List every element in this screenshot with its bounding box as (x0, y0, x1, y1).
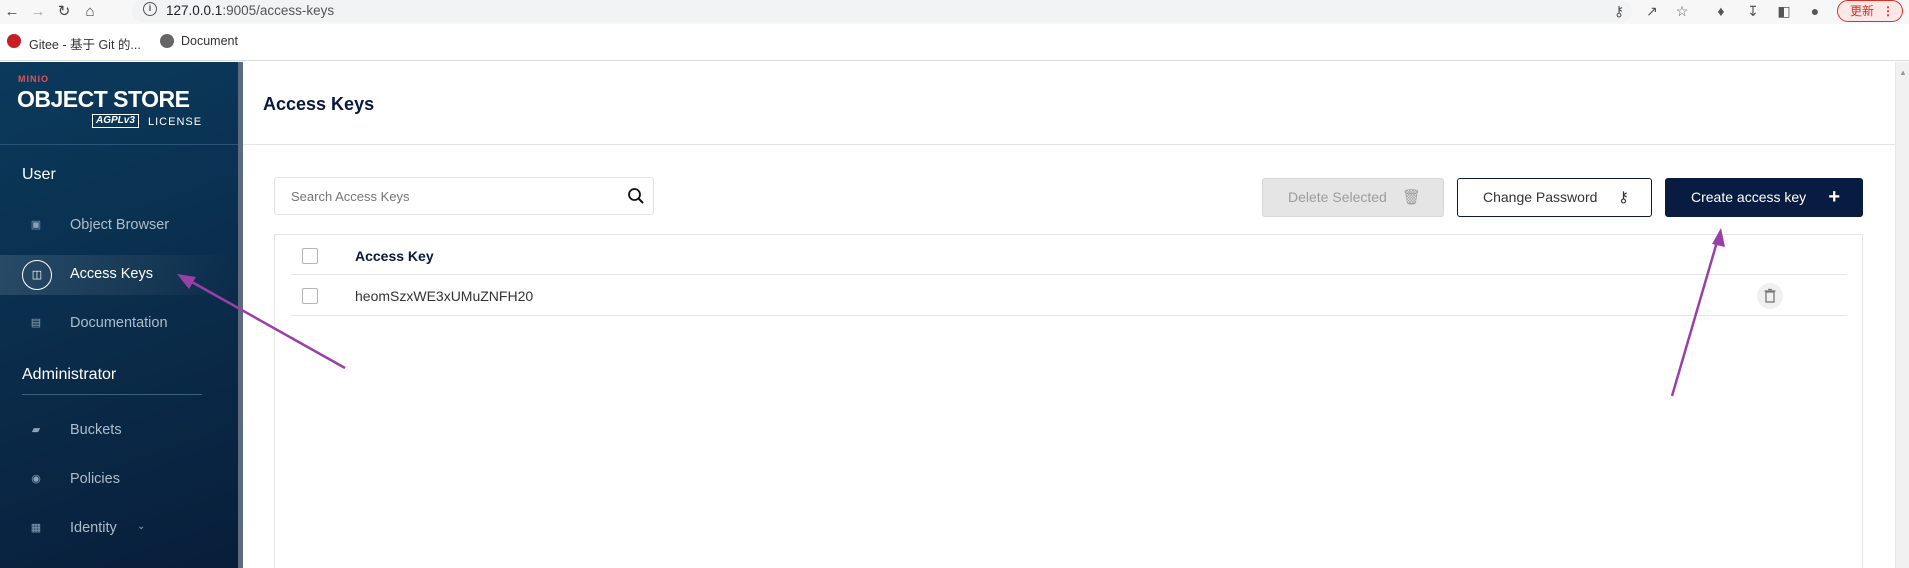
section-administrator: Administrator (22, 366, 117, 383)
back-icon[interactable]: ← (2, 2, 22, 22)
forward-icon[interactable]: → (28, 2, 48, 22)
plus-icon: + (1828, 186, 1840, 208)
bookmark-star-icon[interactable]: ☆ (1673, 2, 1691, 20)
column-header-access-key: Access Key (355, 248, 434, 264)
scroll-up-icon[interactable]: ▲ (1899, 68, 1907, 77)
delete-selected-button[interactable]: Delete Selected 🗑 (1262, 178, 1444, 217)
logo-product: OBJECT STORE (17, 86, 190, 112)
row-checkbox[interactable] (302, 288, 318, 304)
header-divider (243, 144, 1895, 145)
trash-icon: 🗑 (1401, 189, 1421, 206)
profile-icon[interactable]: ● (1806, 2, 1824, 20)
chevron-down-icon[interactable]: ⌄ (137, 521, 145, 532)
sidebar-item-label: Identity (70, 520, 117, 536)
site-info-icon[interactable]: i (143, 2, 157, 16)
buckets-icon: ▰ (31, 424, 41, 436)
sidebar-item-label: Buckets (70, 422, 122, 438)
sidebar-item-label: Policies (70, 471, 120, 487)
change-password-button[interactable]: Change Password ⚷ (1457, 178, 1652, 217)
create-access-key-label: Create access key (1691, 189, 1807, 205)
page-scrollbar[interactable]: ▲ (1895, 62, 1909, 568)
home-icon[interactable]: ⌂ (80, 2, 100, 22)
sidebar-item-label: Object Browser (70, 217, 170, 233)
access-key-cell: heomSzxWE3xUMuZNFH20 (355, 288, 534, 304)
logo-license: LICENSE (148, 116, 203, 128)
section-divider (22, 394, 202, 395)
table-row[interactable]: heomSzxWE3xUMuZNFH20 (291, 275, 1847, 316)
page-title: Access Keys (263, 94, 375, 114)
policies-icon: ◉ (31, 473, 41, 485)
bookmark-document[interactable]: Document (181, 34, 238, 48)
logo-agpl: AGPLv3 (92, 114, 139, 128)
sidebar: MINIO OBJECT STORE AGPLv3 LICENSE User ▣… (0, 62, 238, 568)
key-icon: ⚷ (1618, 189, 1629, 206)
download-icon[interactable]: ↧ (1744, 2, 1762, 20)
key-icon[interactable]: ⚷ (1610, 2, 1628, 20)
reload-icon[interactable]: ↻ (54, 2, 74, 22)
url-text[interactable]: 127.0.0.1:9005/access-keys (166, 3, 334, 18)
access-keys-table: Access Key heomSzxWE3xUMuZNFH20 (274, 234, 1863, 568)
row-delete-button[interactable] (1757, 283, 1783, 309)
identity-icon: ▦ (30, 522, 42, 534)
sidebar-item-label: Access Keys (70, 266, 153, 282)
documentation-icon: ▤ (30, 317, 42, 329)
sidebar-divider (0, 144, 238, 145)
search-input[interactable] (274, 177, 654, 215)
bookmark-gitee[interactable]: Gitee - 基于 Git 的... (29, 34, 141, 53)
sidebar-item-object-browser[interactable]: ▣ Object Browser (0, 206, 238, 246)
sidebar-item-policies[interactable]: ◉ Policies (0, 460, 238, 500)
sidebar-item-access-keys[interactable]: ◫ Access Keys (0, 255, 238, 295)
globe-icon (160, 34, 174, 48)
logo-brand: MINIO (18, 74, 49, 84)
sidebar-item-documentation[interactable]: ▤ Documentation (0, 304, 238, 344)
section-user: User (22, 166, 56, 183)
access-keys-icon: ◫ (31, 269, 43, 281)
object-browser-icon: ▣ (30, 219, 42, 231)
browser-toolbar: ← → ↻ ⌂ i 127.0.0.1:9005/access-keys ⚷ ↗… (0, 0, 1909, 24)
update-button[interactable]: 更新 ⋮ (1837, 0, 1903, 22)
share-icon[interactable]: ↗ (1643, 2, 1661, 20)
extensions-icon[interactable]: ♦ (1712, 2, 1730, 20)
delete-selected-label: Delete Selected (1288, 189, 1387, 205)
change-password-label: Change Password (1483, 189, 1598, 205)
sidebar-item-identity[interactable]: ▦ Identity ⌄ (0, 509, 238, 549)
sidebar-item-buckets[interactable]: ▰ Buckets (0, 411, 238, 451)
sidepanel-icon[interactable]: ◧ (1775, 2, 1793, 20)
bookmarks-bar: Gitee - 基于 Git 的... Document (0, 24, 1909, 61)
trash-icon (1764, 288, 1776, 303)
select-all-checkbox[interactable] (302, 248, 318, 264)
table-header-row: Access Key (291, 235, 1847, 275)
create-access-key-button[interactable]: Create access key + (1665, 178, 1863, 217)
search-icon[interactable] (627, 187, 645, 205)
gitee-icon (7, 34, 21, 48)
sidebar-item-label: Documentation (70, 315, 168, 331)
address-bar[interactable] (132, 0, 1632, 22)
